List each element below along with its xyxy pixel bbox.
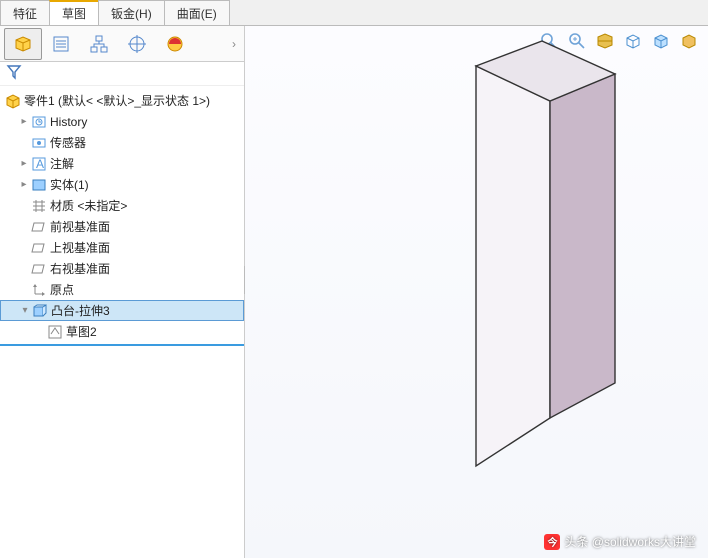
tree-boss-extrude[interactable]: ▾ 凸台-拉伸3 bbox=[0, 300, 244, 321]
panel-tab-property-manager[interactable] bbox=[42, 28, 80, 60]
cube-icon bbox=[13, 34, 33, 54]
tree-top-plane[interactable]: 上视基准面 bbox=[0, 237, 244, 258]
sensors-icon bbox=[30, 135, 48, 151]
panel-tab-display-manager[interactable] bbox=[156, 28, 194, 60]
plane-icon bbox=[30, 261, 48, 277]
panel-tab-feature-manager[interactable] bbox=[4, 28, 42, 60]
crosshair-icon bbox=[127, 34, 147, 54]
annotations-icon: A bbox=[30, 156, 48, 172]
tree-sensors[interactable]: 传感器 bbox=[0, 132, 244, 153]
extrude-icon bbox=[31, 303, 49, 319]
material-icon bbox=[30, 198, 48, 214]
graphics-area[interactable]: 今 头条 @solidworks大讲堂 bbox=[245, 26, 708, 558]
tree-sketch2[interactable]: 草图2 bbox=[0, 321, 244, 342]
sketch-icon bbox=[46, 324, 64, 340]
tree-material[interactable]: 材质 <未指定> bbox=[0, 195, 244, 216]
tab-sketch[interactable]: 草图 bbox=[49, 0, 99, 25]
expand-arrow-icon: ▸ bbox=[18, 158, 30, 169]
tree-history[interactable]: ▸ History bbox=[0, 111, 244, 132]
part-icon bbox=[4, 93, 22, 109]
expand-arrow-icon: ▸ bbox=[18, 116, 30, 127]
model-box bbox=[245, 26, 705, 556]
collapse-arrow-icon: ▾ bbox=[19, 305, 31, 316]
tree-solid-bodies[interactable]: ▸ 实体(1) bbox=[0, 174, 244, 195]
tree-front-plane[interactable]: 前视基准面 bbox=[0, 216, 244, 237]
list-icon bbox=[51, 34, 71, 54]
panel-tab-configuration-manager[interactable] bbox=[80, 28, 118, 60]
tree-annotations[interactable]: ▸ A 注解 bbox=[0, 153, 244, 174]
panel-overflow-button[interactable]: › bbox=[224, 37, 244, 51]
tree-root-part[interactable]: 零件1 (默认< <默认>_显示状态 1>) bbox=[0, 90, 244, 111]
watermark: 今 头条 @solidworks大讲堂 bbox=[544, 533, 696, 550]
hierarchy-icon bbox=[89, 34, 109, 54]
tree-right-plane[interactable]: 右视基准面 bbox=[0, 258, 244, 279]
plane-icon bbox=[30, 240, 48, 256]
panel-tab-dimxpert[interactable] bbox=[118, 28, 156, 60]
toutiao-icon: 今 bbox=[544, 534, 560, 550]
feature-tree-panel: › 零件1 (默认< <默认>_显示状态 1>) ▸ History 传感器 bbox=[0, 26, 245, 558]
solid-body-icon bbox=[30, 177, 48, 193]
tab-surface[interactable]: 曲面(E) bbox=[164, 0, 230, 25]
origin-icon bbox=[30, 282, 48, 298]
tab-feature[interactable]: 特征 bbox=[0, 0, 50, 25]
history-icon bbox=[30, 114, 48, 130]
tab-sheetmetal[interactable]: 钣金(H) bbox=[98, 0, 165, 25]
tree-origin[interactable]: 原点 bbox=[0, 279, 244, 300]
feature-tree: 零件1 (默认< <默认>_显示状态 1>) ▸ History 传感器 ▸ A… bbox=[0, 86, 244, 558]
expand-arrow-icon: ▸ bbox=[18, 179, 30, 190]
filter-icon[interactable] bbox=[6, 64, 22, 80]
rollback-bar[interactable] bbox=[0, 344, 244, 346]
appearance-icon bbox=[165, 34, 185, 54]
plane-icon bbox=[30, 219, 48, 235]
svg-text:A: A bbox=[36, 157, 44, 171]
